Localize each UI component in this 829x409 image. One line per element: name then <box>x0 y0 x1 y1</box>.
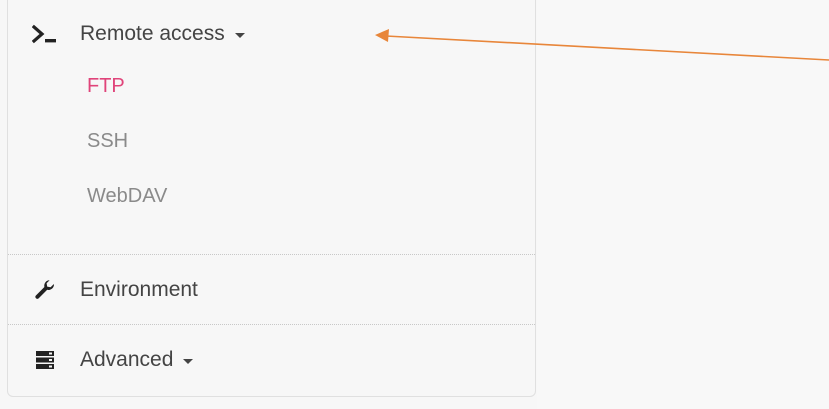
screenshot-stage: Remote access FTP SSH WebDAV Environment <box>0 0 829 409</box>
sidebar-item-label: Remote access <box>80 22 225 45</box>
sidebar-item-label: Environment <box>80 278 198 301</box>
submenu-item-ssh[interactable]: SSH <box>87 130 128 153</box>
sidebar-item-advanced[interactable]: Advanced <box>32 347 194 373</box>
sidebar-panel: Remote access FTP SSH WebDAV Environment <box>7 0 536 397</box>
sidebar-item-remote-access[interactable]: Remote access <box>32 21 245 47</box>
server-icon <box>32 347 58 373</box>
chevron-down-icon <box>183 358 194 364</box>
chevron-down-icon <box>234 32 245 38</box>
sidebar-item-environment[interactable]: Environment <box>32 277 198 303</box>
sidebar-item-label: Advanced <box>80 348 174 371</box>
content-area <box>537 0 829 409</box>
terminal-icon <box>32 21 58 47</box>
wrench-icon <box>32 277 58 303</box>
menu-divider <box>8 254 535 255</box>
submenu-item-webdav[interactable]: WebDAV <box>87 185 167 208</box>
submenu-item-ftp[interactable]: FTP <box>87 75 125 98</box>
menu-divider <box>8 324 535 325</box>
